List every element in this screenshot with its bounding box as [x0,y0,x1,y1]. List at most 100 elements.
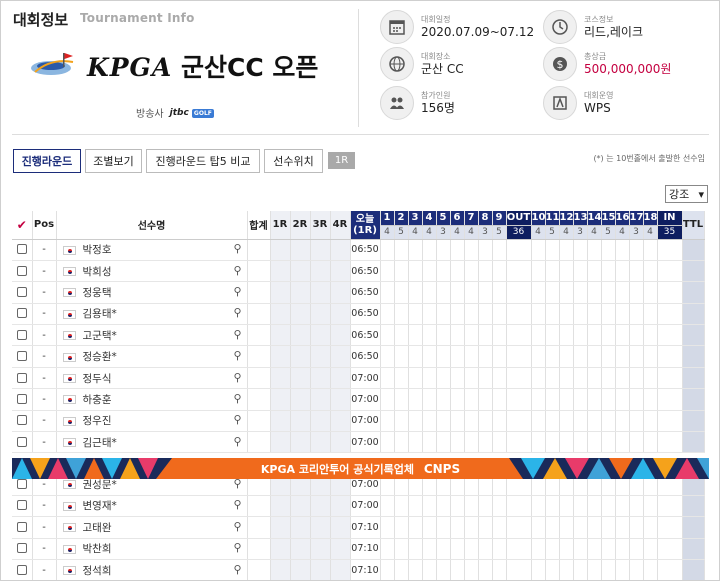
player-name-cell[interactable]: 김근태* ⚲ [56,431,248,454]
player-name[interactable]: 권성문* [83,479,117,491]
hole-score [643,516,658,539]
hole-score [492,367,507,390]
row-checkbox[interactable] [12,260,33,283]
check-all-icon[interactable]: ✔ [12,211,33,240]
player-name[interactable]: 정석희 [83,565,112,577]
chevron-down-icon: ▾ [698,187,704,201]
tab-top5-compare[interactable]: 진행라운드 탑5 비교 [146,149,260,173]
table-row[interactable]: - 정승환* ⚲ 06:50 [12,345,709,368]
round-selector[interactable]: 1R [328,152,355,169]
table-row[interactable]: - 정두식 ⚲ 07:00 [12,367,709,390]
sort-select[interactable]: 강조 ▾ [665,185,708,203]
player-name-cell[interactable]: 고군택* ⚲ [56,324,248,347]
row-checkbox[interactable] [12,303,33,326]
col-name: 선수명 [56,211,248,240]
player-name[interactable]: 박희성 [83,266,112,278]
golf-club-icon[interactable]: ⚲ [233,328,241,341]
row-checkbox[interactable] [12,495,33,518]
golf-club-icon[interactable]: ⚲ [233,520,241,533]
golf-club-icon[interactable]: ⚲ [233,264,241,277]
hole-par: 3 [436,225,451,240]
row-checkbox[interactable] [12,431,33,454]
row-checkbox[interactable] [12,388,33,411]
player-name[interactable]: 정두식 [83,373,112,385]
table-row[interactable]: - 고태완 ⚲ 07:10 [12,516,709,539]
hole-score [545,367,560,390]
table-row[interactable]: - 김근태* ⚲ 07:00 [12,431,709,454]
player-name[interactable]: 박정호 [83,244,112,256]
golf-club-icon[interactable]: ⚲ [233,498,241,511]
table-row[interactable]: - 정석희 ⚲ 07:10 [12,559,709,580]
row-checkbox[interactable] [12,367,33,390]
player-name-cell[interactable]: 정웅택 ⚲ [56,281,248,304]
meta-prize: $ 총상금 500,000,000원 [543,47,671,81]
golf-club-icon[interactable]: ⚲ [233,242,241,255]
hole-score [450,559,465,580]
player-name-cell[interactable]: 정석희 ⚲ [56,559,248,580]
player-name-cell[interactable]: 고태완 ⚲ [56,516,248,539]
player-name[interactable]: 김용태* [83,308,117,320]
row-checkbox[interactable] [12,410,33,433]
row-checkbox[interactable] [12,281,33,304]
tab-group-view[interactable]: 조별보기 [85,149,142,173]
golf-club-icon[interactable]: ⚲ [233,349,241,362]
table-row[interactable]: - 정우진 ⚲ 07:00 [12,410,709,433]
golf-club-icon[interactable]: ⚲ [233,413,241,426]
player-name-cell[interactable]: 정두식 ⚲ [56,367,248,390]
golf-club-icon[interactable]: ⚲ [233,285,241,298]
sponsor-banner[interactable]: KPGA 코리안투어 공식기록업체 CNPS [12,458,709,479]
total-cell [247,431,271,454]
table-row[interactable]: - 정웅택 ⚲ 06:50 [12,281,709,304]
golf-club-icon[interactable]: ⚲ [233,371,241,384]
table-row[interactable]: - 박정호 ⚲ 06:50 [12,239,709,261]
meta-operator: 대회운영 WPS [543,86,613,120]
row-checkbox[interactable] [12,345,33,368]
table-row[interactable]: - 고군택* ⚲ 06:50 [12,324,709,347]
tab-current-round[interactable]: 진행라운드 [13,149,81,173]
tab-player-location[interactable]: 선수위치 [264,149,323,173]
table-row[interactable]: - 박희성 ⚲ 06:50 [12,260,709,283]
row-checkbox[interactable] [12,559,33,580]
hole-score [478,281,493,304]
table-row[interactable]: - 김용태* ⚲ 06:50 [12,303,709,326]
player-name-cell[interactable]: 정승환* ⚲ [56,345,248,368]
player-name[interactable]: 박찬희 [83,543,112,555]
in-score [657,431,683,454]
player-name-cell[interactable]: 박희성 ⚲ [56,260,248,283]
player-name-cell[interactable]: 하충훈 ⚲ [56,388,248,411]
golf-club-icon[interactable]: ⚲ [233,306,241,319]
row-checkbox[interactable] [12,324,33,347]
player-name[interactable]: 정승환* [83,351,117,363]
player-name-cell[interactable]: 김용태* ⚲ [56,303,248,326]
hole-score [629,388,644,411]
player-name[interactable]: 고군택* [83,330,117,342]
player-name[interactable]: 하충훈 [83,394,112,406]
row-checkbox[interactable] [12,538,33,560]
player-name-cell[interactable]: 박정호 ⚲ [56,239,248,261]
player-name[interactable]: 정웅택 [83,287,112,299]
player-name[interactable]: 변영재* [83,500,117,512]
table-row[interactable]: - 박찬희 ⚲ 07:10 [12,538,709,560]
out-score [506,239,532,261]
player-name-cell[interactable]: 변영재* ⚲ [56,495,248,518]
hole-score [450,345,465,368]
golf-club-icon[interactable]: ⚲ [233,435,241,448]
round-cell [290,559,311,580]
player-name[interactable]: 고태완 [83,522,112,534]
row-checkbox[interactable] [12,239,33,261]
hole-score [601,538,616,560]
korea-flag-icon [62,438,76,448]
hole-score [492,538,507,560]
player-name-cell[interactable]: 박찬희 ⚲ [56,538,248,560]
section-subtitle: Tournament Info [80,11,195,25]
row-checkbox[interactable] [12,516,33,539]
player-name[interactable]: 정우진 [83,415,112,427]
hole-number: 5 [436,211,451,226]
golf-club-icon[interactable]: ⚲ [233,392,241,405]
golf-club-icon[interactable]: ⚲ [233,563,241,576]
golf-club-icon[interactable]: ⚲ [233,541,241,554]
player-name-cell[interactable]: 정우진 ⚲ [56,410,248,433]
player-name[interactable]: 김근태* [83,437,117,449]
table-row[interactable]: - 하충훈 ⚲ 07:00 [12,388,709,411]
table-row[interactable]: - 변영재* ⚲ 07:00 [12,495,709,518]
